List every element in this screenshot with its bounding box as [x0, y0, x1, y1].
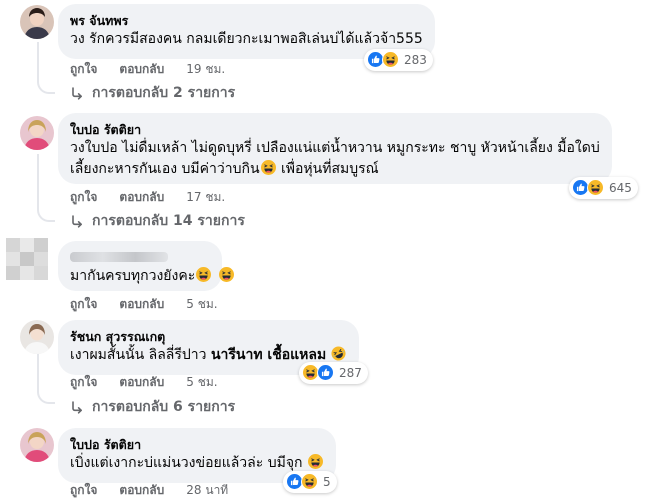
- laughing-emoji-icon: [196, 267, 211, 282]
- reply-button[interactable]: ตอบกลับ: [119, 61, 164, 77]
- view-replies-link[interactable]: การตอบกลับ 14 รายการ: [70, 211, 245, 231]
- reactions-summary[interactable]: 287: [299, 362, 368, 384]
- comment-author[interactable]: รัชนก สุวรรณเกตุ: [70, 328, 347, 345]
- avatar[interactable]: [6, 238, 48, 280]
- thread-curve: [37, 204, 55, 222]
- laughing-emoji-icon: [219, 267, 234, 282]
- reactions-summary[interactable]: 5: [283, 471, 337, 493]
- comment-text-fragment: เงาผมสั้นนั้น ลิลลี่รีปาว: [70, 347, 211, 363]
- reactions-summary[interactable]: 283: [364, 49, 433, 71]
- comment-text: มากันครบทุกวงยังคะ: [70, 268, 196, 284]
- comment-author-redacted[interactable]: [70, 249, 210, 266]
- comment-text-line: เลี้ยงกะหารกันเอง บมีค่าว่าบกิน เพื่อหุ่…: [70, 159, 600, 180]
- like-button[interactable]: ถูกใจ: [70, 482, 97, 498]
- comment-text-fragment: เพื่อหุ่นที่สมบูรณ์: [276, 161, 379, 177]
- reply-arrow-icon: [70, 400, 84, 414]
- comment-actions: ถูกใจ ตอบกลับ 19 ชม.: [70, 61, 225, 77]
- comment-author[interactable]: พร จันทพร: [70, 12, 423, 29]
- comment-actions: ถูกใจ ตอบกลับ 5 ชม.: [70, 296, 218, 312]
- thread-line: [37, 352, 39, 388]
- reply-button[interactable]: ตอบกลับ: [119, 374, 164, 390]
- comment-actions: ถูกใจ ตอบกลับ 17 ชม.: [70, 189, 225, 205]
- thread-line: [37, 42, 39, 78]
- comment-text: เบิ่งแต่เงากะบ่แม่นวงข่อยแล้วล่ะ บมีจุก: [70, 455, 303, 471]
- comment-actions: ถูกใจ ตอบกลับ 28 นาที: [70, 482, 228, 498]
- avatar[interactable]: [20, 5, 54, 39]
- reaction-count: 283: [404, 53, 427, 67]
- like-button[interactable]: ถูกใจ: [70, 374, 97, 390]
- view-replies-label: การตอบกลับ 14 รายการ: [92, 213, 245, 229]
- tagged-person-link[interactable]: นารีนาท เชื้อแหลม: [211, 347, 326, 363]
- comment-bubble: ใบปอ รัตติยา วงใบปอ ไม่ดื่มเหล้า ไม่ดูดบ…: [58, 113, 612, 184]
- comment-timestamp[interactable]: 17 ชม.: [186, 189, 225, 205]
- avatar[interactable]: [20, 428, 54, 462]
- thread-curve: [37, 76, 55, 94]
- reply-button[interactable]: ตอบกลับ: [119, 189, 164, 205]
- comment-timestamp[interactable]: 28 นาที: [186, 482, 228, 498]
- reply-button[interactable]: ตอบกลับ: [119, 482, 164, 498]
- haha-reaction-icon: [382, 51, 400, 69]
- like-reaction-icon: [317, 364, 335, 382]
- comment-bubble: มากันครบทุกวงยังคะ: [58, 241, 222, 291]
- comment-text-line: เบิ่งแต่เงากะบ่แม่นวงข่อยแล้วล่ะ บมีจุก: [70, 453, 324, 474]
- reply-arrow-icon: [70, 86, 84, 100]
- comment-timestamp[interactable]: 5 ชม.: [186, 374, 217, 390]
- comment-text-line: มากันครบทุกวงยังคะ: [70, 266, 210, 287]
- thread-line: [37, 154, 39, 206]
- reaction-count: 5: [323, 475, 331, 489]
- comment-actions: ถูกใจ ตอบกลับ 5 ชม.: [70, 374, 218, 390]
- reactions-summary[interactable]: 645: [569, 177, 638, 199]
- comment-author[interactable]: ใบปอ รัตติยา: [70, 121, 600, 138]
- like-button[interactable]: ถูกใจ: [70, 189, 97, 205]
- comment-timestamp[interactable]: 19 ชม.: [186, 61, 225, 77]
- reaction-count: 645: [609, 181, 632, 195]
- like-button[interactable]: ถูกใจ: [70, 61, 97, 77]
- view-replies-label: การตอบกลับ 6 รายการ: [92, 399, 236, 415]
- comment-text: วง รักควรมีสองคน กลมเดียวกะเมาพอสิเล่นบ่…: [70, 31, 423, 47]
- like-button[interactable]: ถูกใจ: [70, 296, 97, 312]
- laughing-emoji-icon: [261, 160, 276, 175]
- view-replies-label: การตอบกลับ 2 รายการ: [92, 85, 236, 101]
- haha-reaction-icon: [587, 179, 605, 197]
- comment-author[interactable]: ใบปอ รัตติยา: [70, 436, 324, 453]
- reaction-count: 287: [339, 366, 362, 380]
- reply-button[interactable]: ตอบกลับ: [119, 296, 164, 312]
- thread-curve: [37, 386, 55, 404]
- laughing-emoji-icon: [308, 454, 323, 469]
- rolling-laughing-emoji-icon: [331, 346, 346, 361]
- comment-timestamp[interactable]: 5 ชม.: [186, 296, 217, 312]
- view-replies-link[interactable]: การตอบกลับ 6 รายการ: [70, 397, 235, 417]
- view-replies-link[interactable]: การตอบกลับ 2 รายการ: [70, 83, 235, 103]
- comment-text-line: วงใบปอ ไม่ดื่มเหล้า ไม่ดูดบุหรี่ เปลืองแ…: [70, 140, 600, 156]
- reply-arrow-icon: [70, 214, 84, 228]
- avatar[interactable]: [20, 116, 54, 150]
- avatar[interactable]: [20, 320, 54, 354]
- comment-text-fragment: เลี้ยงกะหารกันเอง บมีค่าว่าบกิน: [70, 161, 260, 177]
- haha-reaction-icon: [301, 473, 319, 491]
